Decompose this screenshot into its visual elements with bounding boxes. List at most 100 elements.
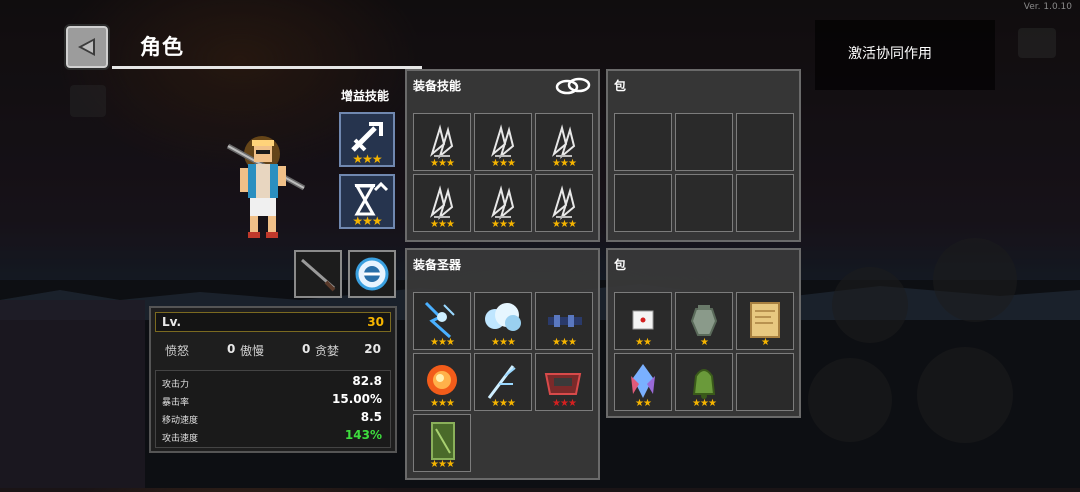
stat-row-attack-speed: 攻击速度 143% <box>162 427 386 445</box>
star-rating: ★★★ <box>430 158 455 169</box>
relic-bag-panel: 包 ★★ ★ ★ ★★ ★★★ <box>606 248 801 418</box>
relic-slot[interactable]: ★★★ <box>413 353 471 411</box>
stat-value: 15.00% <box>332 392 382 406</box>
wrath-label: 愤怒 <box>165 344 190 358</box>
skill-bag-slot[interactable] <box>736 113 794 171</box>
pride-label: 傲慢 <box>240 344 265 358</box>
star-rating: ★ <box>761 337 770 348</box>
orb-shield-icon <box>355 257 389 291</box>
relic-bag-slot[interactable]: ★★★ <box>675 353 733 411</box>
panel-title: 装备圣器 <box>413 258 462 272</box>
dice-icon <box>632 310 654 330</box>
ice-branch-relic-icon <box>487 365 516 399</box>
skill-bag-slot[interactable] <box>614 113 672 171</box>
equipped-skills-panel: 装备技能 ★★★ ★★★ ★★★ ★★★ ★★★ ★★★ <box>405 69 600 242</box>
star-rating: ★★★ <box>430 219 455 230</box>
fireball-relic-icon <box>427 365 457 395</box>
star-rating: ★★ <box>635 398 652 409</box>
red-altar-relic-icon <box>544 373 582 395</box>
relic-slot[interactable]: ★★★ <box>474 292 532 350</box>
star-rating: ★★★ <box>552 158 577 169</box>
relic-slot[interactable]: ★★★ <box>474 353 532 411</box>
chain-link-icon[interactable] <box>554 75 592 97</box>
character-stats-panel: Lv. 30 愤怒 0 傲慢 0 贪婪 20 攻击力 82.8 暴击率 15.0… <box>149 306 397 453</box>
skill-slot[interactable]: ★★★ <box>535 174 593 232</box>
star-rating: ★★★ <box>491 158 516 169</box>
level-row: Lv. 30 <box>155 312 391 332</box>
star-rating: ★★★ <box>491 337 516 348</box>
panel-title: 包 <box>614 79 627 93</box>
combat-stats-box: 攻击力 82.8 暴击率 15.00% 移动速度 8.5 攻击速度 143% <box>155 370 391 448</box>
wrath-value: 0 <box>227 342 236 356</box>
skill-slot[interactable]: ★★★ <box>413 113 471 171</box>
synergy-button[interactable]: 激活协同作用 <box>848 43 932 63</box>
star-rating: ★★★ <box>692 398 717 409</box>
stat-row-crit: 暴击率 15.00% <box>162 391 386 409</box>
relic-bag-slot[interactable]: ★★ <box>614 353 672 411</box>
page-title: 角色 <box>140 35 184 59</box>
relic-bag-slot[interactable]: ★★ <box>614 292 672 350</box>
claw-skill-icon <box>491 124 515 159</box>
relic-bag-slot[interactable]: ★ <box>675 292 733 350</box>
relic-bag-slot[interactable] <box>736 353 794 411</box>
hero-character-sprite <box>222 136 312 240</box>
stat-label: 移动速度 <box>162 416 199 426</box>
star-rating: ★★★ <box>552 337 577 348</box>
version-label: Ver. 1.0.10 <box>1023 2 1072 12</box>
level-value: 30 <box>367 315 384 329</box>
relic-slot[interactable]: ★★★ <box>535 353 593 411</box>
skill-bag-panel: 包 <box>606 69 801 242</box>
stat-row-attack: 攻击力 82.8 <box>162 373 386 391</box>
star-rating: ★★★ <box>552 219 577 230</box>
title-underline <box>112 66 422 69</box>
stat-row-move-speed: 移动速度 8.5 <box>162 409 386 427</box>
stat-value: 143% <box>344 428 382 442</box>
cloud-relic-icon <box>485 303 521 331</box>
star-rating: ★★★ <box>491 398 516 409</box>
skill-bag-slot[interactable] <box>675 174 733 232</box>
star-rating: ★★★ <box>430 398 455 409</box>
boost-skill-slot-2[interactable]: ★★★ <box>339 174 395 229</box>
claw-skill-icon <box>491 185 515 220</box>
weapon-slot-2[interactable] <box>348 250 396 298</box>
back-arrow-icon <box>78 38 95 56</box>
star-rating: ★★★ <box>430 337 455 348</box>
skill-slot[interactable]: ★★★ <box>413 174 471 232</box>
claw-skill-icon <box>430 124 454 159</box>
dark-bar-relic-icon <box>548 315 582 327</box>
pride-value: 0 <box>302 342 311 356</box>
stat-label: 暴击率 <box>162 398 190 408</box>
green-bell-icon <box>692 369 716 399</box>
relic-slot[interactable]: ★★★ <box>413 414 471 472</box>
star-rating: ★★★ <box>552 398 577 409</box>
weapon-slot-1[interactable] <box>294 250 342 298</box>
claw-skill-icon <box>552 185 576 220</box>
star-rating: ★★★ <box>430 459 455 470</box>
crystal-icon <box>631 364 655 398</box>
relic-bag-slot[interactable]: ★ <box>736 292 794 350</box>
relic-slot[interactable]: ★★★ <box>413 292 471 350</box>
skill-slot[interactable]: ★★★ <box>535 113 593 171</box>
panel-title: 装备技能 <box>413 79 462 93</box>
skill-slot[interactable]: ★★★ <box>474 113 532 171</box>
back-button[interactable] <box>64 24 110 70</box>
panel-title: 包 <box>614 258 627 272</box>
skill-bag-slot[interactable] <box>614 174 672 232</box>
stat-value: 8.5 <box>360 410 382 424</box>
greed-value: 20 <box>364 342 381 356</box>
sins-row: 愤怒 0 傲慢 0 贪婪 20 <box>151 342 395 360</box>
boost-skill-slot-1[interactable]: ★★★ <box>339 112 395 167</box>
skill-slot[interactable]: ★★★ <box>474 174 532 232</box>
star-rating: ★ <box>700 337 709 348</box>
stat-label: 攻击速度 <box>162 434 199 444</box>
skill-bag-slot[interactable] <box>736 174 794 232</box>
stat-label: 攻击力 <box>162 380 190 390</box>
star-rating: ★★★ <box>352 214 382 228</box>
urn-icon <box>690 305 718 336</box>
claw-skill-icon <box>430 185 454 220</box>
relic-slot[interactable]: ★★★ <box>535 292 593 350</box>
claw-skill-icon <box>552 124 576 159</box>
level-label: Lv. <box>162 315 182 329</box>
equipped-relics-panel: 装备圣器 ★★★ ★★★ ★★★ ★★★ ★★★ ★★★ ★★★ <box>405 248 600 480</box>
skill-bag-slot[interactable] <box>675 113 733 171</box>
